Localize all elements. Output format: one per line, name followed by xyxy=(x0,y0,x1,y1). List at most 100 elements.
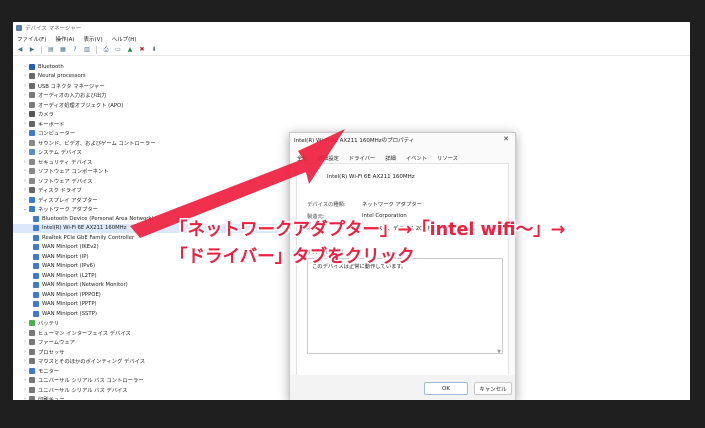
expand-chevron-icon[interactable]: › xyxy=(21,83,29,89)
monitor-icon[interactable]: ▭ xyxy=(114,46,122,54)
tree-item[interactable]: › Neural processors xyxy=(13,72,283,82)
tree-item[interactable]: › ユニバーサル シリアル バス デバイス xyxy=(13,385,283,395)
device-icon xyxy=(33,253,39,260)
tree-item[interactable]: › ソフトウェア コンポーネント xyxy=(13,167,283,177)
tree-item-label: USB コネクタ マネージャー xyxy=(38,83,105,90)
uninstall-icon[interactable]: ✖ xyxy=(138,46,146,54)
tree-item[interactable]: ⌄ ネットワーク アダプター xyxy=(13,205,283,215)
tree-item[interactable]: › 印刷キュー xyxy=(13,395,283,400)
tree-item[interactable]: › ソフトウェア デバイス xyxy=(13,176,283,186)
grid-icon[interactable]: ▥ xyxy=(83,46,91,54)
update-driver-icon[interactable]: ▲ xyxy=(126,46,134,54)
tree-item[interactable]: › バッテリ xyxy=(13,319,283,329)
back-arrow-icon[interactable]: ◀ xyxy=(16,46,24,54)
expand-chevron-icon[interactable]: › xyxy=(21,368,29,374)
menu-action[interactable]: 操作(A) xyxy=(55,35,74,43)
expand-chevron-icon[interactable]: › xyxy=(21,92,29,98)
device-icon xyxy=(33,272,39,279)
expand-chevron-icon[interactable]: › xyxy=(21,64,29,70)
annotation-line-2: 「ドライバー」タブをクリック xyxy=(170,247,415,267)
expand-chevron-icon[interactable]: › xyxy=(21,111,29,117)
tree-item[interactable]: › マウスとそのほかのポインティング デバイス xyxy=(13,357,283,367)
tree-item-label: マウスとそのほかのポインティング デバイス xyxy=(38,359,145,366)
expand-chevron-icon[interactable]: › xyxy=(21,339,29,345)
expand-chevron-icon[interactable]: › xyxy=(21,320,29,326)
expand-chevron-icon[interactable]: › xyxy=(21,102,29,108)
properties-icon[interactable]: ▤ xyxy=(47,46,55,54)
tree-item[interactable]: › サウンド、ビデオ、およびゲーム コントローラー xyxy=(13,138,283,148)
tree-item[interactable]: WAN Miniport (PPPOE) xyxy=(13,290,283,300)
cancel-button[interactable]: キャンセル xyxy=(474,382,512,395)
device-icon xyxy=(29,386,35,393)
expand-chevron-icon[interactable]: › xyxy=(21,396,29,400)
title-bar: デバイス マネージャー xyxy=(13,22,690,33)
tree-item[interactable]: WAN Miniport (SSTP) xyxy=(13,309,283,319)
tree-item[interactable]: › ディスク ドライブ xyxy=(13,186,283,196)
close-icon[interactable]: ✕ xyxy=(503,135,509,143)
expand-chevron-icon[interactable]: › xyxy=(21,349,29,355)
status-textbox[interactable]: このデバイスは正常に動作しています。 ▼ xyxy=(307,258,503,355)
device-icon xyxy=(29,329,35,336)
help-icon[interactable]: ? xyxy=(71,46,79,54)
tree-item[interactable]: › ヒューマン インターフェイス デバイス xyxy=(13,328,283,338)
show-icon[interactable]: ▦ xyxy=(59,46,67,54)
expand-chevron-icon[interactable]: › xyxy=(21,197,29,203)
tree-item[interactable]: › カメラ xyxy=(13,110,283,120)
tree-item[interactable]: WAN Miniport (PPTP) xyxy=(13,300,283,310)
menu-file[interactable]: ファイル(F) xyxy=(17,35,46,43)
device-icon xyxy=(33,291,39,298)
expand-chevron-icon[interactable]: › xyxy=(21,168,29,174)
download-icon[interactable]: ⬇ xyxy=(150,46,158,54)
expand-chevron-icon[interactable]: › xyxy=(21,140,29,146)
device-icon xyxy=(29,120,35,127)
tree-item[interactable]: › セキュリティ デバイス xyxy=(13,157,283,167)
tree-item[interactable]: › ユニバーサル シリアル バス コントローラー xyxy=(13,376,283,386)
tree-item[interactable]: › ディスプレイ アダプター xyxy=(13,195,283,205)
device-icon xyxy=(29,320,35,327)
tree-item-label: モニター xyxy=(38,368,60,375)
expand-chevron-icon[interactable]: › xyxy=(21,159,29,165)
tree-item[interactable]: › キーボード xyxy=(13,119,283,129)
expand-chevron-icon[interactable]: ⌄ xyxy=(21,206,29,212)
tree-item-label: ヒューマン インターフェイス デバイス xyxy=(38,330,131,337)
tree-item[interactable]: › システム デバイス xyxy=(13,148,283,158)
expand-chevron-icon[interactable]: › xyxy=(21,73,29,79)
device-icon xyxy=(29,101,35,108)
tree-item[interactable]: › オーディオ処理オブジェクト (APO) xyxy=(13,100,283,110)
tree-item-label: WAN Miniport (IPv6) xyxy=(42,263,96,270)
print-icon[interactable]: ⎙ xyxy=(102,46,110,54)
tree-item-label: WAN Miniport (PPTP) xyxy=(42,301,97,308)
expand-chevron-icon[interactable]: › xyxy=(21,130,29,136)
tree-item[interactable]: › ファームウェア xyxy=(13,338,283,348)
expand-chevron-icon[interactable]: › xyxy=(21,387,29,393)
menu-help[interactable]: ヘルプ(H) xyxy=(112,35,137,43)
tree-item[interactable]: › コンピューター xyxy=(13,129,283,139)
tree-item-label: セキュリティ デバイス xyxy=(38,159,93,166)
forward-arrow-icon[interactable]: ▶ xyxy=(28,46,36,54)
expand-chevron-icon[interactable]: › xyxy=(21,358,29,364)
ok-button[interactable]: OK xyxy=(424,382,468,395)
tree-item[interactable]: WAN Miniport (L2TP) xyxy=(13,271,283,281)
device-icon xyxy=(29,377,35,384)
tree-item-label: プロセッサ xyxy=(38,349,65,356)
device-icon xyxy=(29,196,35,203)
expand-chevron-icon[interactable]: › xyxy=(21,178,29,184)
scroll-down-icon[interactable]: ▼ xyxy=(497,349,501,355)
expand-chevron-icon[interactable]: › xyxy=(21,149,29,155)
tree-item[interactable]: › プロセッサ xyxy=(13,347,283,357)
device-manager-icon xyxy=(16,24,22,31)
tree-item-label: ユニバーサル シリアル バス デバイス xyxy=(38,387,128,394)
tree-item[interactable]: › オーディオの入力および出力 xyxy=(13,91,283,101)
tree-item[interactable]: › USB コネクタ マネージャー xyxy=(13,81,283,91)
tree-item[interactable]: › Bluetooth xyxy=(13,62,283,72)
tree-item-label: ファームウェア xyxy=(38,340,75,347)
tree-item[interactable]: › モニター xyxy=(13,366,283,376)
expand-chevron-icon[interactable]: › xyxy=(21,377,29,383)
tree-item[interactable]: WAN Miniport (Network Monitor) xyxy=(13,281,283,291)
expand-chevron-icon[interactable]: › xyxy=(21,330,29,336)
expand-chevron-icon[interactable]: › xyxy=(21,121,29,127)
tree-item-label: オーディオの入力および出力 xyxy=(38,93,107,100)
tree-item-label: ディスク ドライブ xyxy=(38,188,82,195)
expand-chevron-icon[interactable]: › xyxy=(21,187,29,193)
menu-view[interactable]: 表示(V) xyxy=(84,35,103,43)
